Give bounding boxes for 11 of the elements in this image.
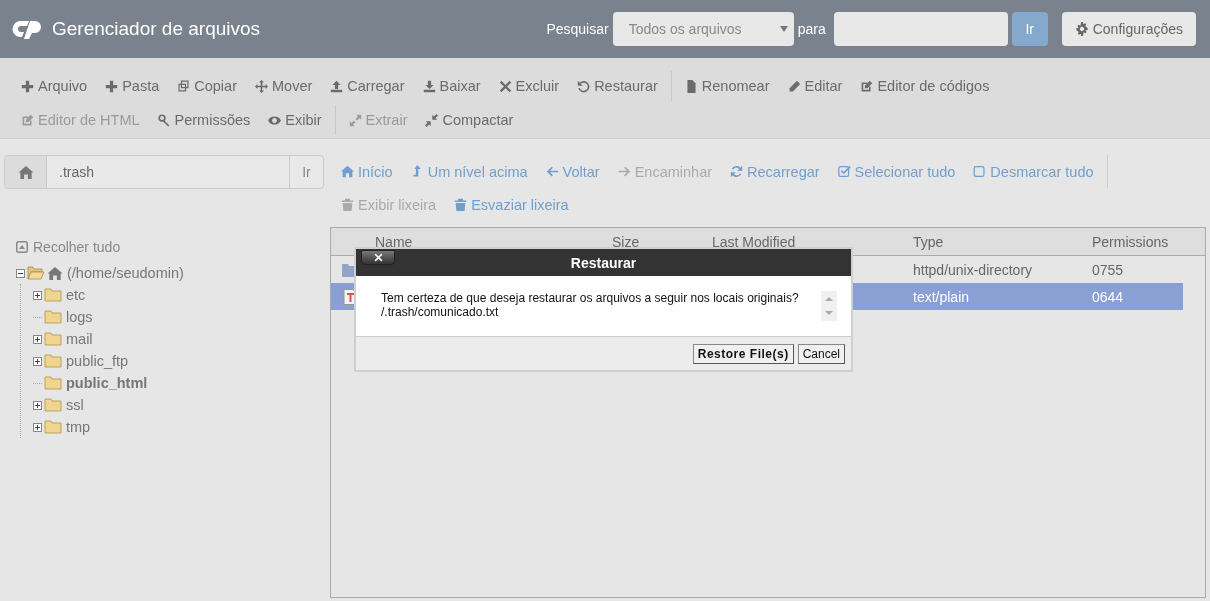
search-label: Pesquisar bbox=[546, 21, 609, 37]
table-cell-text: httpd/unix-directory bbox=[912, 261, 1034, 278]
dialog-message: Tem certeza de que deseja restaurar os arquivos a seguir nos locais originais? bbox=[381, 291, 800, 305]
file-path: /.trash/comunicado.txt bbox=[381, 305, 500, 319]
table-cell-text: text/plain bbox=[912, 288, 971, 305]
table-cell-text: 0755 bbox=[1091, 261, 1125, 278]
table-cell-text: 0644 bbox=[1091, 288, 1125, 305]
collapse-all-label: Recolher tudo bbox=[33, 239, 121, 255]
for-label: para bbox=[797, 21, 826, 37]
dialog-title: Restaurar bbox=[570, 254, 637, 271]
app-title: Gerenciador de arquivos bbox=[52, 18, 261, 40]
